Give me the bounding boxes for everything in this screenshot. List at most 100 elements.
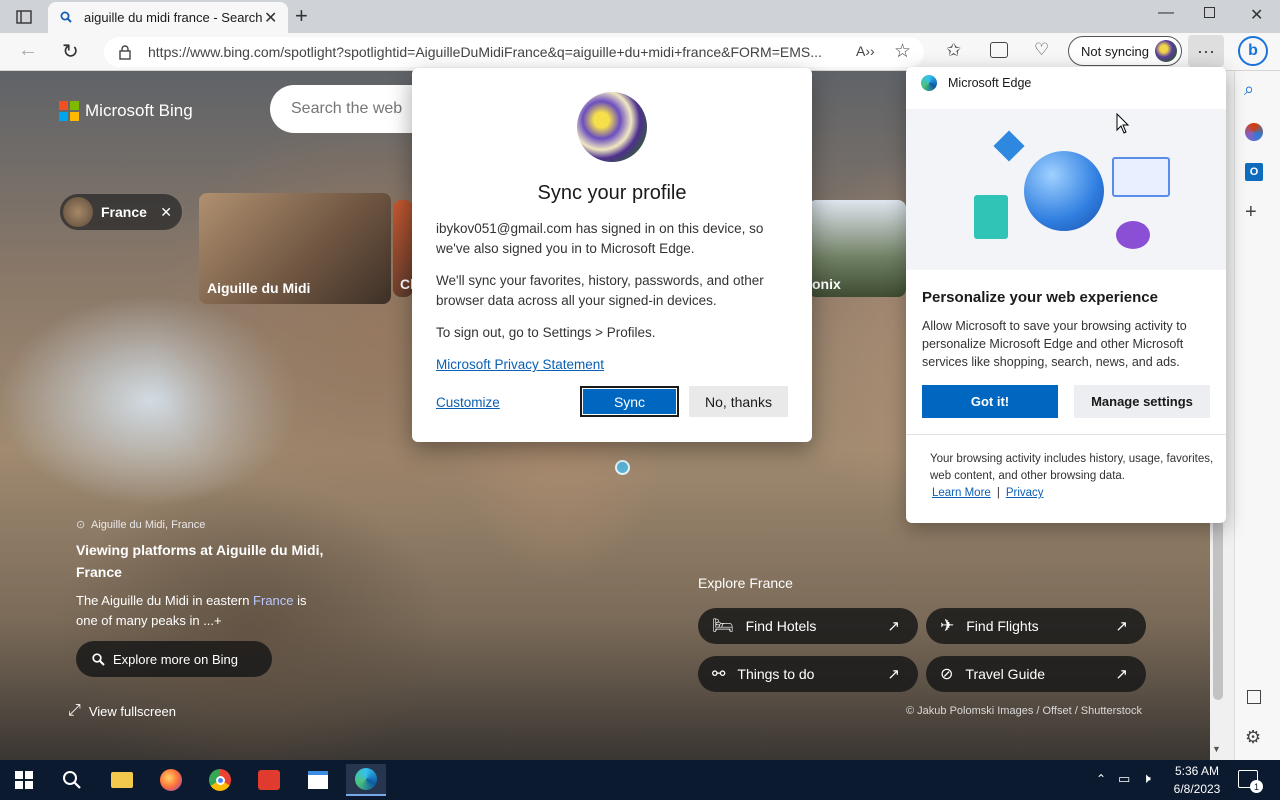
- privacy-link[interactable]: Privacy: [1006, 487, 1044, 499]
- tray-overflow-icon[interactable]: ⌃: [1096, 772, 1106, 786]
- topic-card[interactable]: onix: [808, 200, 906, 297]
- dialog-paragraph: ibykov051@gmail.com has signed in on thi…: [436, 221, 764, 256]
- tab-active[interactable]: aiguille du midi france - Search ✕: [48, 2, 288, 33]
- find-flights-label: Find Flights: [966, 618, 1039, 634]
- chrome-icon[interactable]: [200, 764, 240, 796]
- clock-date[interactable]: 6/8/2023: [1168, 782, 1226, 796]
- address-bar[interactable]: https://www.bing.com/spotlight?spotlight…: [104, 37, 924, 67]
- anydesk-icon[interactable]: [249, 764, 289, 796]
- find-hotels-label: Find Hotels: [745, 618, 817, 634]
- close-tab-icon[interactable]: ✕: [264, 8, 277, 28]
- volume-icon[interactable]: 🕨: [1142, 770, 1151, 787]
- location-pin-icon: ⊙: [76, 519, 86, 531]
- file-explorer-icon[interactable]: [102, 764, 142, 796]
- notification-center-icon[interactable]: 1: [1238, 770, 1263, 793]
- edge-sidebar: ⌕ O + ⚙: [1234, 71, 1280, 760]
- refresh-icon[interactable]: ↻: [62, 39, 79, 64]
- description-link[interactable]: France: [253, 593, 293, 608]
- things-to-do-button[interactable]: ⚯ Things to do ↗: [698, 656, 918, 692]
- tab-title: aiguille du midi france - Search: [84, 10, 263, 25]
- flyout-footer: Your browsing activity includes history,…: [930, 453, 1214, 482]
- sync-profile-dialog: Sync your profile ibykov051@gmail.com ha…: [412, 68, 812, 442]
- explore-france-title: Explore France: [698, 575, 793, 591]
- outlook-icon[interactable]: O: [1245, 163, 1263, 181]
- browser-essentials-icon[interactable]: ♡: [1034, 40, 1049, 60]
- microsoft-logo-icon: [59, 101, 79, 121]
- external-link-icon: ↗: [887, 618, 900, 635]
- search-icon: [60, 11, 72, 23]
- view-fullscreen-link[interactable]: ⤢ View fullscreen: [68, 702, 176, 720]
- network-icon[interactable]: ▭: [1118, 771, 1130, 787]
- things-to-do-label: Things to do: [737, 666, 815, 682]
- search-icon[interactable]: ⌕: [1244, 79, 1254, 100]
- explore-more-button[interactable]: Explore more on Bing: [76, 641, 272, 677]
- minimize-button[interactable]: —: [1158, 4, 1174, 22]
- map-pin-dot[interactable]: [615, 460, 630, 475]
- filter-chip-label: France: [101, 204, 147, 220]
- binoculars-icon: ⚯: [712, 666, 726, 683]
- edge-logo-icon: [921, 75, 937, 91]
- spotlight-info-panel: ⊙ Aiguille du Midi, France Viewing platf…: [60, 502, 335, 692]
- sidebar-settings-icon[interactable]: ⚙: [1245, 727, 1261, 748]
- bing-logo[interactable]: Microsoft Bing: [59, 101, 193, 121]
- close-window-button[interactable]: ✕: [1250, 5, 1263, 25]
- windows-taskbar: ⌃ ▭ 🕨 5:36 AM 6/8/2023 1: [0, 760, 1280, 800]
- filter-chip-france[interactable]: France ✕: [60, 194, 182, 230]
- find-hotels-button[interactable]: 🛏 Find Hotels ↗: [698, 608, 918, 644]
- image-credit: © Jakub Polomski Images / Offset / Shutt…: [906, 705, 1142, 717]
- travel-guide-button[interactable]: ⊘ Travel Guide ↗: [926, 656, 1146, 692]
- piggy-bank-icon: [1116, 221, 1150, 249]
- avatar: [1155, 40, 1177, 62]
- firefox-icon[interactable]: [151, 764, 191, 796]
- bing-search-box[interactable]: Search the web: [270, 85, 430, 133]
- add-sidebar-app-icon[interactable]: +: [1245, 201, 1257, 224]
- description-text: The Aiguille du Midi in eastern: [76, 593, 254, 608]
- topic-card[interactable]: Aiguille du Midi: [199, 193, 391, 304]
- office-icon[interactable]: [1245, 123, 1263, 141]
- bing-copilot-icon[interactable]: b: [1238, 36, 1268, 66]
- travel-guide-label: Travel Guide: [965, 666, 1046, 682]
- new-tab-button[interactable]: +: [295, 3, 308, 29]
- external-link-icon: ↗: [1115, 618, 1128, 635]
- tab-actions-icon[interactable]: [10, 6, 38, 28]
- edge-taskbar-icon[interactable]: [346, 764, 386, 796]
- find-flights-button[interactable]: ✈ Find Flights ↗: [926, 608, 1146, 644]
- store-icon[interactable]: [298, 764, 338, 796]
- start-button[interactable]: [4, 764, 44, 796]
- collections-icon[interactable]: [990, 42, 1008, 58]
- read-aloud-icon[interactable]: A››: [856, 43, 875, 59]
- search-icon: [92, 652, 105, 666]
- favorites-icon[interactable]: ✩: [946, 40, 961, 61]
- got-it-button[interactable]: Got it!: [922, 385, 1058, 418]
- scroll-down-arrow[interactable]: ▼: [1212, 744, 1221, 754]
- back-button[interactable]: ←: [18, 39, 38, 62]
- external-link-icon: ↗: [1115, 666, 1128, 683]
- flyout-divider: [906, 434, 1226, 435]
- hide-sidebar-icon[interactable]: [1247, 690, 1261, 704]
- manage-settings-button[interactable]: Manage settings: [1074, 385, 1210, 418]
- profile-sync-button[interactable]: Not syncing: [1068, 36, 1182, 66]
- sync-button[interactable]: Sync: [580, 386, 679, 417]
- mouse-cursor-icon: [1116, 113, 1130, 134]
- settings-more-button[interactable]: ···: [1188, 35, 1224, 67]
- learn-more-link[interactable]: Learn More: [932, 487, 991, 499]
- flyout-links: Learn More | Privacy: [932, 487, 1044, 499]
- favorite-star-icon[interactable]: ☆: [894, 40, 911, 63]
- topic-card[interactable]: Cl: [393, 200, 413, 297]
- bing-logo-text: Microsoft Bing: [85, 101, 193, 120]
- profile-sphere-icon: [1024, 151, 1104, 231]
- url-text[interactable]: https://www.bing.com/spotlight?spotlight…: [148, 44, 848, 60]
- taskbar-search-icon[interactable]: [52, 764, 92, 796]
- no-thanks-button[interactable]: No, thanks: [689, 386, 788, 417]
- spotlight-headline[interactable]: Viewing platforms at Aiguille du Midi, F…: [76, 539, 331, 583]
- remove-filter-icon[interactable]: ✕: [160, 204, 172, 221]
- personalize-flyout: Microsoft Edge Personalize your web expe…: [906, 67, 1226, 523]
- cube-icon: [993, 130, 1025, 162]
- view-fullscreen-label: View fullscreen: [88, 703, 177, 719]
- customize-link[interactable]: Customize: [436, 395, 500, 410]
- privacy-statement-link[interactable]: Microsoft Privacy Statement: [436, 357, 604, 372]
- clock-time[interactable]: 5:36 AM: [1172, 764, 1222, 778]
- notification-count: 1: [1250, 780, 1263, 793]
- restore-button[interactable]: [1204, 7, 1215, 18]
- flyout-body: Allow Microsoft to save your browsing ac…: [922, 319, 1187, 369]
